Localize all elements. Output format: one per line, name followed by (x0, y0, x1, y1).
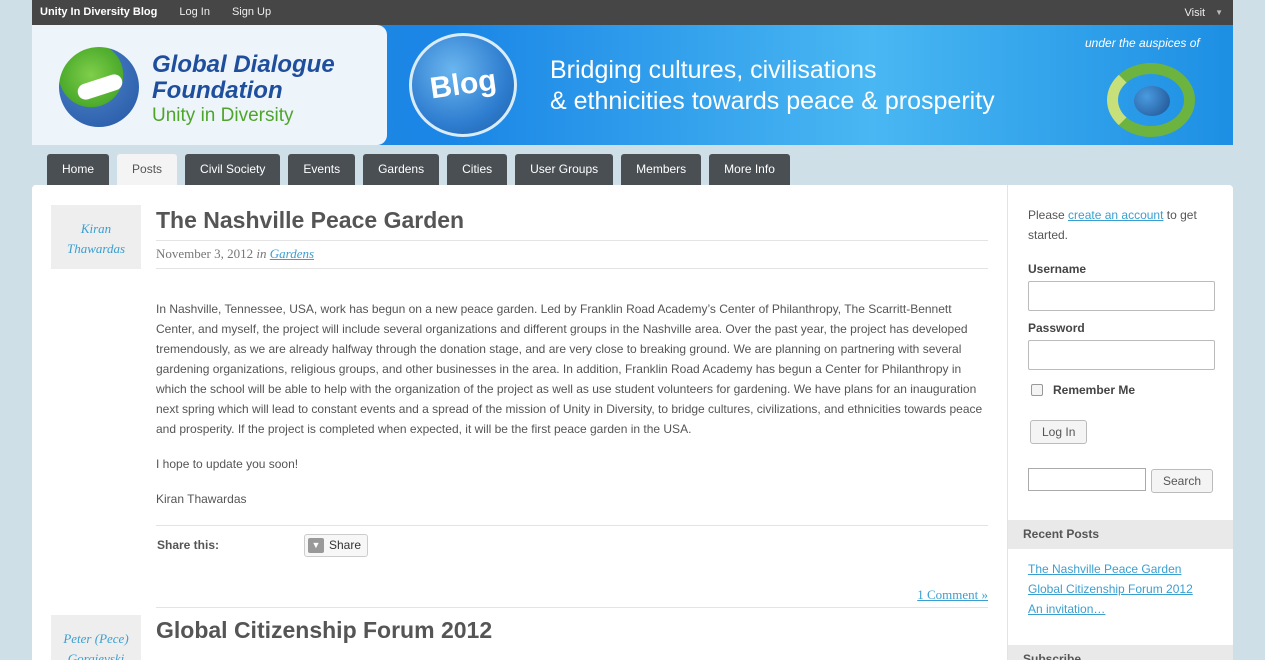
tab-user-groups[interactable]: User Groups (515, 154, 614, 185)
recent-posts-heading: Recent Posts (1008, 520, 1233, 549)
admin-bar: Unity In Diversity Blog Log In Sign Up V… (32, 0, 1233, 25)
auspices-label: under the auspices of (1085, 36, 1200, 50)
recent-posts-list: The Nashville Peace Garden Global Citize… (1028, 559, 1193, 619)
author-link[interactable]: Kiran Thawardas (51, 205, 141, 259)
post-in-word: in (256, 246, 267, 261)
post-body: In Nashville, Tennessee, USA, work has b… (156, 299, 991, 524)
login-link[interactable]: Log In (168, 0, 221, 25)
tagline-line2: & ethnicities towards peace & prosperity (550, 87, 995, 115)
post-title[interactable]: Global Citizenship Forum 2012 (156, 615, 492, 645)
author-box: Peter (Pece) Gorgievski (51, 615, 141, 660)
share-section: Share this: ▼ Share 1 Comment » (156, 525, 988, 608)
gdf-ring-logo-icon (1107, 63, 1195, 137)
search-input[interactable] (1028, 468, 1146, 491)
tab-home[interactable]: Home (47, 154, 110, 185)
password-field[interactable] (1028, 340, 1215, 370)
post-signature: Kiran Thawardas (156, 492, 247, 506)
signup-link[interactable]: Sign Up (221, 0, 282, 25)
main-nav: Home Posts Civil Society Events Gardens … (47, 154, 790, 185)
comments-link[interactable]: 1 Comment » (917, 587, 988, 603)
username-field[interactable] (1028, 281, 1215, 311)
logo-panel: Global Dialogue Foundation Unity in Dive… (32, 25, 387, 145)
tagline-line1: Bridging cultures, civilisations (550, 56, 877, 84)
post-paragraph: In Nashville, Tennessee, USA, work has b… (156, 302, 983, 436)
subscribe-heading: Subscribe (1008, 645, 1233, 660)
recent-post-link[interactable]: Global Citizenship Forum 2012 (1028, 579, 1193, 599)
post-category-link[interactable]: Gardens (270, 246, 314, 261)
create-account-link[interactable]: create an account (1068, 208, 1163, 222)
blog-badge: Blog (409, 33, 517, 137)
org-name-line2: Foundation (152, 77, 283, 104)
share-label: Share this: (157, 538, 220, 552)
main-container: Kiran Thawardas The Nashville Peace Gard… (32, 185, 1233, 660)
remember-me-checkbox[interactable] (1031, 384, 1043, 396)
post-title[interactable]: The Nashville Peace Garden (156, 205, 464, 235)
recent-post-link[interactable]: An invitation… (1028, 599, 1193, 619)
tab-gardens[interactable]: Gardens (363, 154, 440, 185)
org-slogan: Unity in Diversity (152, 105, 294, 126)
author-second-line: Thawardas (66, 241, 126, 256)
author-first-line: Kiran (80, 221, 112, 236)
tab-cities[interactable]: Cities (447, 154, 508, 185)
intro-prefix: Please (1028, 208, 1069, 222)
share-button-label: Share (329, 538, 362, 552)
remember-me-label: Remember Me (1053, 383, 1136, 397)
username-label: Username (1028, 262, 1087, 276)
signup-intro: Please create an account to get started. (1028, 205, 1218, 245)
author-first-line: Peter (Pece) (63, 631, 129, 646)
recent-post-link[interactable]: The Nashville Peace Garden (1028, 559, 1193, 579)
site-name-link[interactable]: Unity In Diversity Blog (32, 0, 168, 25)
tab-civil-society[interactable]: Civil Society (185, 154, 281, 185)
post-paragraph: I hope to update you soon! (156, 457, 299, 471)
tab-members[interactable]: Members (621, 154, 702, 185)
gdf-hands-logo-icon (59, 47, 139, 127)
header-tagline: Bridging cultures, civilisations & ethni… (550, 55, 995, 117)
sidebar: Please create an account to get started.… (1007, 185, 1233, 660)
chevron-down-icon: ▼ (1215, 8, 1223, 17)
blog-badge-label: Blog (427, 63, 499, 106)
share-dropdown-icon: ▼ (308, 538, 324, 553)
tab-posts[interactable]: Posts (117, 154, 178, 185)
post-meta: November 3, 2012 in Gardens (156, 240, 988, 269)
author-second-line: Gorgievski (67, 651, 125, 660)
org-name-line1: Global Dialogue (152, 51, 335, 78)
tab-events[interactable]: Events (288, 154, 356, 185)
password-label: Password (1028, 321, 1085, 335)
tab-more-info[interactable]: More Info (709, 154, 790, 185)
search-button[interactable]: Search (1151, 469, 1214, 493)
login-button[interactable]: Log In (1030, 420, 1088, 444)
author-box: Kiran Thawardas (51, 205, 141, 269)
share-button[interactable]: ▼ Share (304, 534, 369, 557)
visit-label: Visit (1184, 6, 1206, 19)
header-banner[interactable]: Global Dialogue Foundation Unity in Dive… (32, 25, 1233, 145)
post-date: November 3, 2012 (156, 246, 254, 261)
author-link[interactable]: Peter (Pece) Gorgievski (51, 615, 141, 660)
visit-menu[interactable]: Visit ▼ (1184, 7, 1233, 19)
remember-me[interactable]: Remember Me (1031, 383, 1135, 397)
